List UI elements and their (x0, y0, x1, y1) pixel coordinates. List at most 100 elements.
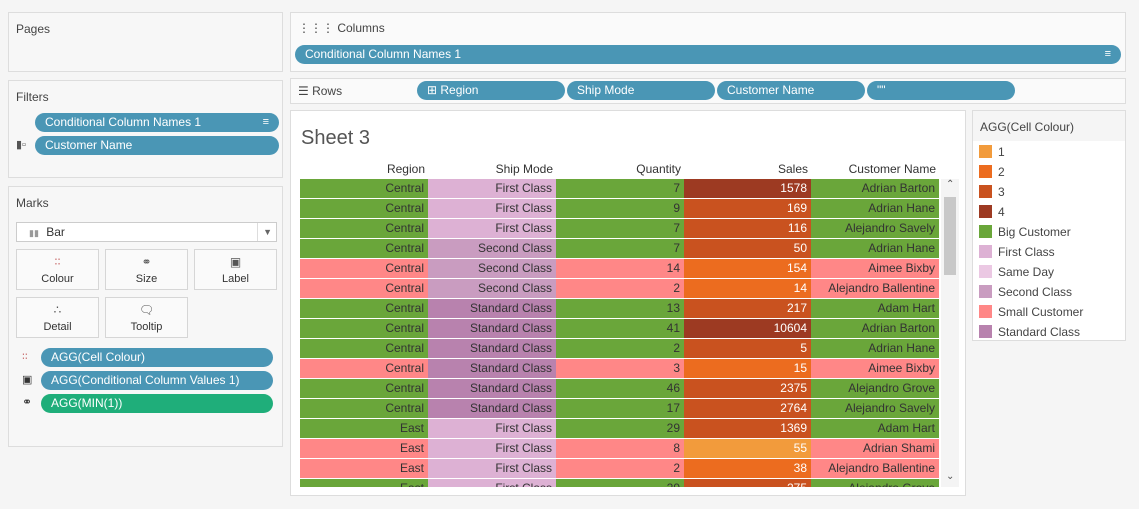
cell-ship: First Class (428, 179, 556, 198)
cell-qty: 13 (556, 299, 684, 318)
legend-swatch (979, 285, 992, 298)
rows-pill-ship-mode[interactable]: Ship Mode (567, 81, 715, 100)
columns-title: Columns (337, 21, 385, 35)
filter-pill-conditional-column[interactable]: Conditional Column Names 1 ≡ (35, 113, 279, 132)
tooltip-icon: 🗨 (138, 303, 155, 317)
mark-type-dropdown[interactable]: ▮▮ Bar ▼ (16, 222, 277, 242)
table-row[interactable]: Central Second Class 7 50 Adrian Hane (300, 239, 939, 258)
cell-ship: Standard Class (428, 359, 556, 378)
legend-swatch (979, 185, 992, 198)
cell-customer: Alejandro Grove (811, 479, 939, 487)
cell-sales: 15 (684, 359, 811, 378)
marks-pill-cell-colour[interactable]: AGG(Cell Colour) (41, 348, 273, 367)
pill-label: Ship Mode (577, 83, 635, 97)
rows-pill-blank[interactable]: "" (867, 81, 1015, 100)
header-quantity: Quantity (636, 162, 681, 176)
marks-pill-min[interactable]: AGG(MIN(1)) (41, 394, 273, 413)
table-row[interactable]: Central First Class 7 116 Alejandro Savely (300, 219, 939, 238)
rows-pill-customer-name[interactable]: Customer Name (717, 81, 865, 100)
cell-sales: 50 (684, 239, 811, 258)
scroll-down-icon[interactable]: ⌄ (946, 471, 954, 482)
cell-customer: Adam Hart (811, 419, 939, 438)
detail-card[interactable]: ∴ Detail (16, 297, 99, 338)
cell-ship: Standard Class (428, 339, 556, 358)
legend-item[interactable]: Same Day (979, 265, 1054, 281)
tooltip-card[interactable]: 🗨 Tooltip (105, 297, 188, 338)
cell-sales: 169 (684, 199, 811, 218)
header-customer-name: Customer Name (848, 162, 936, 176)
vertical-scrollbar[interactable]: ⌃ ⌄ (941, 179, 959, 487)
marks-pill-conditional-values[interactable]: AGG(Conditional Column Values 1) (41, 371, 273, 390)
table-row[interactable]: Central Standard Class 3 15 Aimee Bixby (300, 359, 939, 378)
cell-sales: 55 (684, 439, 811, 458)
legend-item[interactable]: 3 (979, 185, 1005, 201)
table-row[interactable]: EastFirst Class29275Alejandro Grove (300, 479, 939, 487)
cell-sales: 116 (684, 219, 811, 238)
table-row[interactable]: Central First Class 9 169 Adrian Hane (300, 199, 939, 218)
cell-ship: First Class (428, 419, 556, 438)
table-row[interactable]: Central Standard Class 13 217 Adam Hart (300, 299, 939, 318)
cell-region: East (300, 459, 428, 478)
legend-item[interactable]: 1 (979, 145, 1005, 161)
legend-label: 1 (998, 145, 1005, 159)
table-row[interactable]: East First Class 29 1369 Adam Hart (300, 419, 939, 438)
legend-label: Same Day (998, 265, 1055, 279)
colour-legend: AGG(Cell Colour) 1 2 3 4 Big Customer First C… (972, 110, 1126, 341)
card-label: Size (135, 273, 158, 285)
table-row[interactable]: East First Class 2 38 Alejandro Ballentine (300, 459, 939, 478)
legend-item[interactable]: 4 (979, 205, 1005, 221)
cell-sales: 154 (684, 259, 811, 278)
legend-item[interactable]: Standard Class (979, 325, 1080, 341)
rows-pill-region[interactable]: ⊞ Region (417, 81, 565, 100)
sort-icon: ≡ (1104, 48, 1111, 60)
cell-region: Central (300, 359, 428, 378)
label-card[interactable]: ▣ Label (194, 249, 277, 290)
table-row[interactable]: Central First Class 7 1578 Adrian Barton (300, 179, 939, 198)
legend-item[interactable]: Small Customer (979, 305, 1083, 321)
cell-region: Central (300, 199, 428, 218)
pages-panel[interactable]: Pages (8, 12, 283, 72)
cell-region: East (300, 419, 428, 438)
table-row[interactable]: Central Standard Class 46 2375 Alejandro Gro… (300, 379, 939, 398)
cell-region: East (300, 479, 428, 487)
legend-swatch (979, 265, 992, 278)
cell-region: Central (300, 219, 428, 238)
legend-swatch (979, 165, 992, 178)
legend-item[interactable]: First Class (979, 245, 1055, 261)
table-row[interactable]: Central Standard Class 41 10604 Adrian Barto… (300, 319, 939, 338)
table-row[interactable]: Central Standard Class 2 5 Adrian Hane (300, 339, 939, 358)
cell-ship: Standard Class (428, 399, 556, 418)
rows-title: Rows (312, 84, 343, 98)
columns-shelf: ⋮⋮⋮ Columns Conditional Column Names 1 ≡ (290, 12, 1126, 72)
cell-qty: 9 (556, 199, 684, 218)
cell-qty: 8 (556, 439, 684, 458)
legend-title: AGG(Cell Colour) (973, 111, 1125, 141)
scrollbar-thumb[interactable] (944, 197, 956, 275)
filter-pill-customer-name[interactable]: Customer Name (35, 136, 279, 155)
scroll-up-icon[interactable]: ⌃ (946, 179, 954, 190)
columns-pill-conditional-column[interactable]: Conditional Column Names 1 ≡ (295, 45, 1121, 64)
table-row[interactable]: Central Standard Class 17 2764 Alejandro Sav… (300, 399, 939, 418)
cell-sales: 275 (684, 479, 811, 487)
card-label: Label (222, 273, 249, 285)
pill-label: Customer Name (727, 83, 815, 97)
header-ship-mode: Ship Mode (495, 162, 553, 176)
legend-item[interactable]: 2 (979, 165, 1005, 181)
colour-card[interactable]: ∶∶ Colour (16, 249, 99, 290)
cell-customer: Adrian Barton (811, 319, 939, 338)
table-row[interactable]: Central Second Class 14 154 Aimee Bixby (300, 259, 939, 278)
cell-qty: 17 (556, 399, 684, 418)
cell-ship: First Class (428, 459, 556, 478)
cell-region: Central (300, 319, 428, 338)
legend-item[interactable]: Big Customer (979, 225, 1071, 241)
cell-sales: 5 (684, 339, 811, 358)
filters-panel[interactable]: Filters Conditional Column Names 1 ≡ ▮▫ C… (8, 80, 283, 178)
cell-region: Central (300, 259, 428, 278)
table-row[interactable]: East First Class 8 55 Adrian Shami (300, 439, 939, 458)
legend-swatch (979, 245, 992, 258)
legend-item[interactable]: Second Class (979, 285, 1072, 301)
pill-label: Region (440, 83, 479, 97)
cell-customer: Alejandro Savely (811, 399, 939, 418)
size-card[interactable]: ⚭ Size (105, 249, 188, 290)
table-row[interactable]: Central Second Class 2 14 Alejandro Ballenti… (300, 279, 939, 298)
